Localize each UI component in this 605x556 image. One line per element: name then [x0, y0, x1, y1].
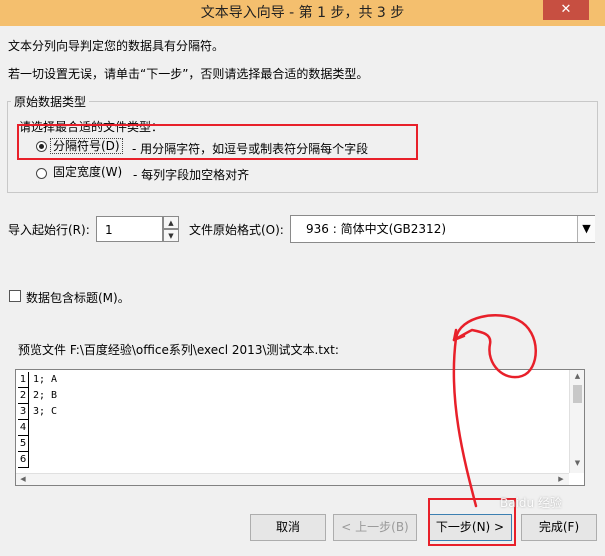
intro-line-1: 文本分列向导判定您的数据具有分隔符。 — [8, 39, 225, 53]
scroll-right-icon[interactable]: ▶ — [556, 475, 566, 483]
scroll-down-icon[interactable]: ▼ — [570, 459, 584, 467]
finish-button[interactable]: 完成(F) — [521, 514, 597, 541]
file-origin-value: 936 : 简体中文(GB2312) — [306, 222, 447, 236]
preview-row: 1; A — [33, 374, 58, 385]
start-row-label: 导入起始行(R): — [8, 223, 90, 237]
row-number: 3 — [18, 404, 29, 420]
down-arrow-icon: ▼ — [168, 232, 174, 240]
chevron-down-icon[interactable]: ▼ — [577, 216, 595, 242]
scroll-left-icon[interactable]: ◀ — [18, 475, 28, 483]
preview-row: 2; B — [33, 390, 58, 401]
spin-down-button[interactable]: ▼ — [163, 229, 179, 242]
fixed-width-radio[interactable] — [36, 168, 47, 179]
row-number: 4 — [18, 420, 29, 436]
fixed-width-option[interactable]: 固定宽度(W) — [36, 164, 126, 182]
watermark-logo: Baidu 经验 — [500, 496, 562, 510]
preview-file-label: 预览文件 F:\百度经验\office系列\execl 2013\测试文本.tx… — [18, 343, 339, 357]
scroll-thumb[interactable] — [573, 385, 582, 403]
preview-row: 3; C — [33, 406, 58, 417]
file-origin-label: 文件原始格式(O): — [189, 223, 284, 237]
row-number: 2 — [18, 388, 29, 404]
up-arrow-icon: ▲ — [168, 219, 174, 227]
back-button[interactable]: < 上一步(B) — [333, 514, 417, 541]
cancel-button[interactable]: 取消 — [250, 514, 326, 541]
close-icon: ✕ — [560, 2, 572, 17]
scroll-up-icon[interactable]: ▲ — [570, 372, 584, 380]
annotation-arrow — [452, 314, 537, 508]
spin-up-button[interactable]: ▲ — [163, 216, 179, 229]
window-title: 文本导入向导 - 第 1 步，共 3 步 — [200, 5, 405, 21]
annotation-box-delimited — [17, 124, 418, 160]
intro-line-2: 若一切设置无误，请单击“下一步”，否则请选择最合适的数据类型。 — [8, 67, 369, 81]
headers-checkbox[interactable] — [9, 290, 21, 302]
fixed-width-description: - 每列字段加空格对齐 — [133, 168, 250, 182]
row-number: 5 — [18, 436, 29, 452]
close-button[interactable]: ✕ — [543, 0, 589, 20]
group-label: 原始数据类型 — [11, 93, 90, 110]
file-origin-select[interactable]: 936 : 简体中文(GB2312) ▼ — [290, 215, 595, 243]
fixed-width-label: 固定宽度(W) — [53, 165, 123, 179]
headers-checkbox-label: 数据包含标题(M)。 — [26, 291, 130, 305]
vertical-scrollbar[interactable]: ▲ ▼ — [569, 370, 584, 473]
row-number: 1 — [18, 372, 29, 388]
row-number: 6 — [18, 452, 29, 468]
start-row-input[interactable]: 1 — [96, 216, 163, 242]
